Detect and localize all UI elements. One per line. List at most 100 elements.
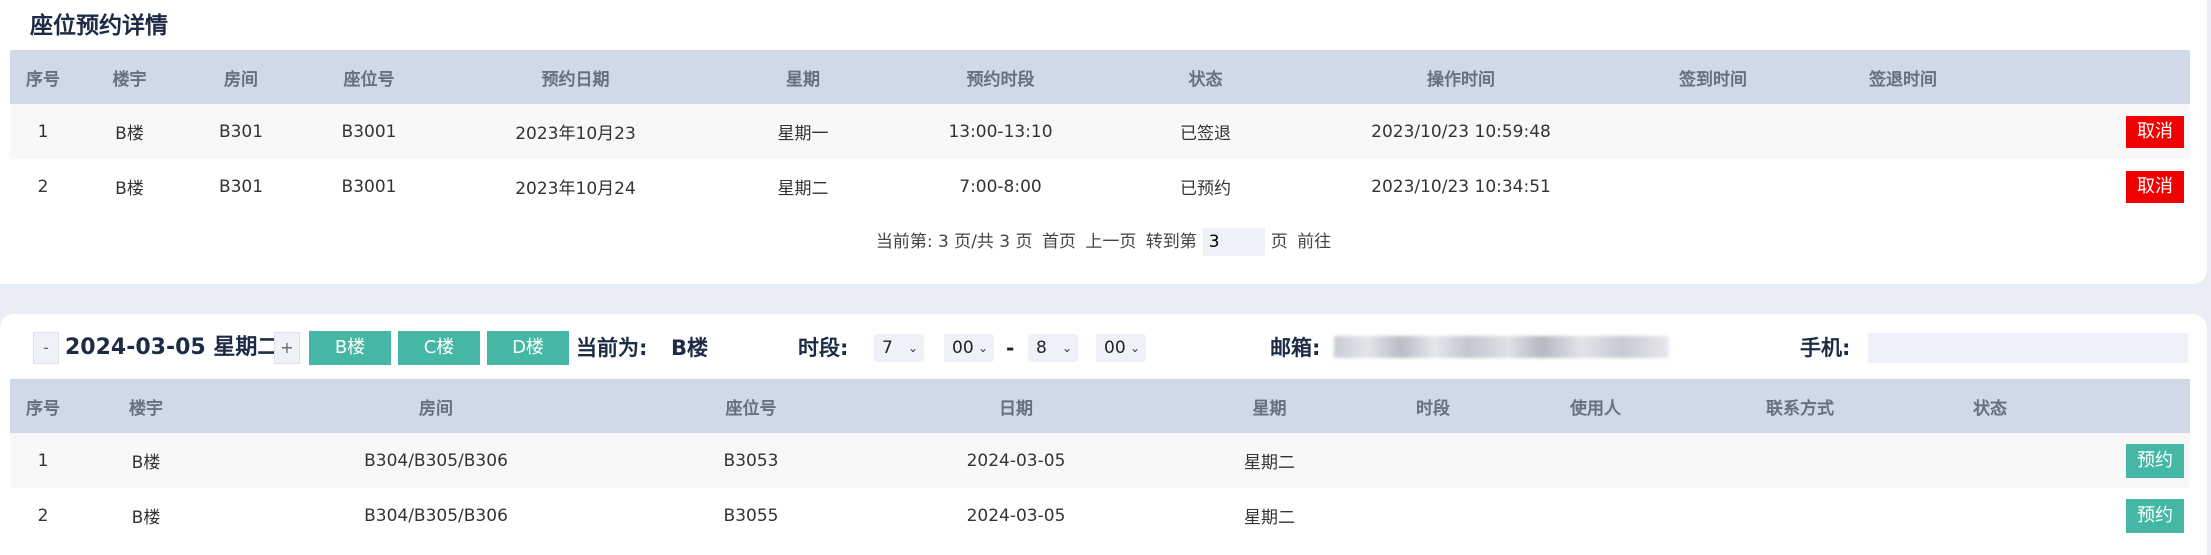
col-contact: 联系方式	[1678, 379, 1922, 433]
cell-user	[1513, 433, 1678, 488]
cell-seat: B3055	[656, 488, 846, 543]
cell-room: B304/B305/B306	[216, 433, 656, 488]
col-building: 楼宇	[76, 50, 183, 104]
col-index: 序号	[10, 50, 76, 104]
reservation-panel: 座位预约详情 序号 楼宇 房间 座位号 预约日期 星期 预约时段 状态 操作时间…	[0, 0, 2207, 284]
page-info: 当前第: 3 页/共 3 页	[875, 232, 1033, 252]
cell-slot: 13:00-13:10	[894, 104, 1107, 159]
first-page-link[interactable]: 首页	[1042, 232, 1076, 252]
phone-label: 手机:	[1800, 336, 1851, 360]
building-d-button[interactable]: D楼	[487, 331, 569, 365]
cell-contact	[1678, 433, 1922, 488]
cancel-button[interactable]: 取消	[2126, 115, 2184, 148]
col-action	[1998, 50, 2190, 104]
chevron-down-icon: ⌄	[1129, 341, 1140, 355]
col-slot: 预约时段	[894, 50, 1107, 104]
end-hour-value: 8	[1036, 338, 1047, 358]
cell-checkin	[1618, 104, 1808, 159]
col-weekday: 星期	[712, 50, 894, 104]
end-minute-select[interactable]: 00 ⌄	[1096, 334, 1146, 362]
col-seat: 座位号	[299, 50, 439, 104]
col-op-time: 操作时间	[1304, 50, 1618, 104]
reservation-title: 座位预约详情	[30, 13, 168, 39]
prev-day-button[interactable]: -	[33, 332, 59, 364]
cell-action: 预约	[2058, 488, 2190, 543]
reservation-header-row: 序号 楼宇 房间 座位号 预约日期 星期 预约时段 状态 操作时间 签到时间 签…	[10, 50, 2190, 104]
seat-table: 序号 楼宇 房间 座位号 日期 星期 时段 使用人 联系方式 状态 1 B楼 B…	[10, 379, 2190, 543]
cell-status: 已预约	[1107, 159, 1304, 214]
page-suffix: 页	[1270, 232, 1288, 252]
booking-toolbar: - 2024-03-05 星期二 + B楼 C楼 D楼 当前为: B楼 时段: …	[0, 330, 2207, 366]
cell-weekday: 星期二	[712, 159, 894, 214]
cell-checkin	[1618, 159, 1808, 214]
reservation-table: 序号 楼宇 房间 座位号 预约日期 星期 预约时段 状态 操作时间 签到时间 签…	[10, 50, 2190, 214]
col-user: 使用人	[1513, 379, 1678, 433]
current-building-value: B楼	[671, 336, 709, 360]
prev-page-link[interactable]: 上一页	[1085, 232, 1136, 252]
cell-index: 1	[10, 104, 76, 159]
cell-op-time: 2023/10/23 10:34:51	[1304, 159, 1618, 214]
start-minute-select[interactable]: 00 ⌄	[944, 334, 994, 362]
table-row: 2 B楼 B304/B305/B306 B3055 2024-03-05 星期二…	[10, 488, 2190, 543]
cell-user	[1513, 488, 1678, 543]
cell-slot	[1353, 433, 1513, 488]
slot-dash: -	[1006, 336, 1015, 360]
cell-slot: 7:00-8:00	[894, 159, 1107, 214]
slot-label: 时段:	[798, 336, 849, 360]
goto-page-input[interactable]	[1202, 228, 1265, 256]
col-room: 房间	[216, 379, 656, 433]
next-day-button[interactable]: +	[274, 332, 300, 364]
col-status: 状态	[1107, 50, 1304, 104]
cell-date: 2023年10月23	[439, 104, 712, 159]
seat-header-row: 序号 楼宇 房间 座位号 日期 星期 时段 使用人 联系方式 状态	[10, 379, 2190, 433]
cell-room: B301	[183, 159, 299, 214]
cell-building: B楼	[76, 104, 183, 159]
go-button[interactable]: 前往	[1297, 232, 1331, 252]
cell-checkout	[1808, 159, 1998, 214]
cell-action: 取消	[1998, 159, 2190, 214]
cell-index: 2	[10, 159, 76, 214]
cell-status	[1922, 433, 2058, 488]
end-hour-select[interactable]: 8 ⌄	[1028, 334, 1078, 362]
start-hour-select[interactable]: 7 ⌄	[874, 334, 924, 362]
email-value-redacted	[1334, 336, 1669, 358]
col-checkin: 签到时间	[1618, 50, 1808, 104]
cell-weekday: 星期二	[1186, 433, 1353, 488]
cell-building: B楼	[76, 433, 216, 488]
col-date: 预约日期	[439, 50, 712, 104]
start-minute-value: 00	[952, 338, 974, 358]
cell-date: 2024-03-05	[846, 433, 1186, 488]
email-label: 邮箱:	[1270, 336, 1321, 360]
cell-date: 2023年10月24	[439, 159, 712, 214]
cell-weekday: 星期二	[1186, 488, 1353, 543]
phone-input[interactable]	[1868, 333, 2188, 363]
cell-contact	[1678, 488, 1922, 543]
pagination: 当前第: 3 页/共 3 页 首页 上一页 转到第 页 前往	[0, 227, 2207, 256]
cell-seat: B3001	[299, 159, 439, 214]
col-weekday: 星期	[1186, 379, 1353, 433]
table-row: 1 B楼 B304/B305/B306 B3053 2024-03-05 星期二…	[10, 433, 2190, 488]
cell-room: B304/B305/B306	[216, 488, 656, 543]
cell-index: 1	[10, 433, 76, 488]
table-row: 1 B楼 B301 B3001 2023年10月23 星期一 13:00-13:…	[10, 104, 2190, 159]
col-building: 楼宇	[76, 379, 216, 433]
cell-action: 取消	[1998, 104, 2190, 159]
cell-status	[1922, 488, 2058, 543]
book-button[interactable]: 预约	[2126, 498, 2184, 533]
cell-action: 预约	[2058, 433, 2190, 488]
building-c-button[interactable]: C楼	[398, 331, 480, 365]
chevron-down-icon: ⌄	[907, 341, 918, 355]
cell-room: B301	[183, 104, 299, 159]
building-b-button[interactable]: B楼	[309, 331, 391, 365]
col-status: 状态	[1922, 379, 2058, 433]
cell-seat: B3001	[299, 104, 439, 159]
cell-index: 2	[10, 488, 76, 543]
col-room: 房间	[183, 50, 299, 104]
cell-op-time: 2023/10/23 10:59:48	[1304, 104, 1618, 159]
cell-building: B楼	[76, 488, 216, 543]
cancel-button[interactable]: 取消	[2126, 170, 2184, 203]
cell-seat: B3053	[656, 433, 846, 488]
col-seat: 座位号	[656, 379, 846, 433]
start-hour-value: 7	[882, 338, 893, 358]
book-button[interactable]: 预约	[2126, 443, 2184, 478]
